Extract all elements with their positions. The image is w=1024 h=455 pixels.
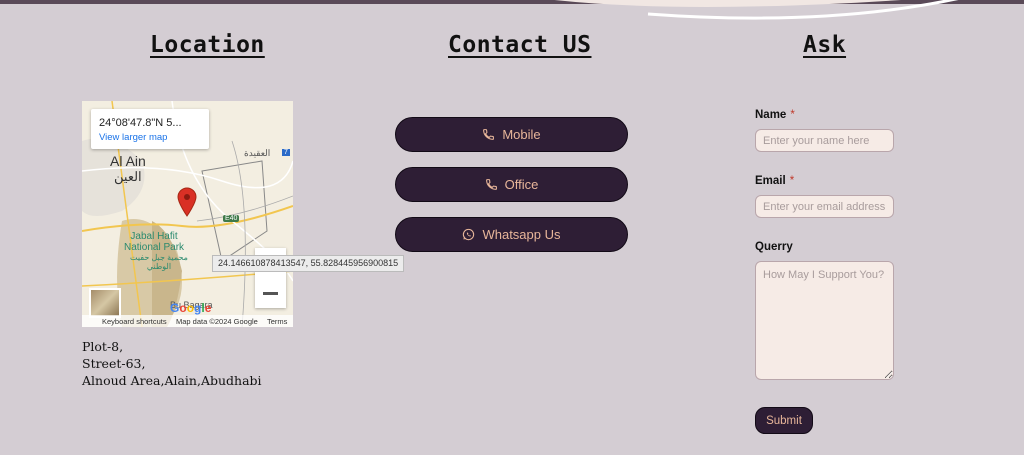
- phone-icon: [485, 178, 498, 191]
- ask-heading: Ask: [803, 32, 847, 58]
- embedded-map[interactable]: 24°08'47.8"N 5... View larger map Al Ain…: [82, 101, 293, 327]
- required-mark: *: [789, 175, 795, 187]
- map-park-label: Jabal Hafit National Park: [124, 231, 184, 253]
- address-line: Alnoud Area,Alain,Abudhabi: [82, 373, 262, 388]
- address-line: Plot-8,: [82, 339, 124, 354]
- name-label-text: Name: [755, 109, 787, 121]
- keyboard-shortcuts-link[interactable]: Keyboard shortcuts: [102, 317, 167, 326]
- email-label-text: Email: [755, 175, 786, 187]
- terms-link[interactable]: Terms: [267, 317, 287, 326]
- map-park-label-arabic-line2: الوطني: [146, 262, 172, 271]
- coordinate-tooltip: 24.146610878413547, 55.828445956900815: [212, 255, 405, 272]
- office-button[interactable]: Office: [395, 167, 628, 202]
- view-larger-map-link[interactable]: View larger map: [99, 132, 167, 143]
- map-city-label: Al Ain: [110, 153, 146, 169]
- satellite-toggle[interactable]: [89, 288, 121, 318]
- address-block: Plot-8, Street-63, Alnoud Area,Alain,Abu…: [82, 338, 262, 389]
- office-button-label: Office: [504, 177, 539, 192]
- whatsapp-button[interactable]: Whatsapp Us: [395, 217, 628, 252]
- zoom-out-button[interactable]: [255, 278, 286, 308]
- phone-icon: [482, 128, 495, 141]
- mobile-button-label: Mobile: [502, 127, 541, 142]
- decorative-wave: [555, 0, 959, 20]
- name-input[interactable]: [755, 129, 894, 152]
- map-park-label-arabic: محمية جبل حفيت الوطني: [130, 253, 188, 271]
- name-label: Name *: [755, 109, 795, 121]
- whatsapp-icon: [462, 228, 475, 241]
- query-textarea[interactable]: [755, 261, 894, 380]
- map-data-attribution: Map data ©2024 Google: [176, 317, 258, 326]
- required-mark: *: [790, 109, 795, 121]
- map-pin-icon[interactable]: [177, 187, 197, 217]
- map-park-label-arabic-line1: محمية جبل حفيت: [130, 253, 188, 262]
- map-city-label-arabic: العين: [114, 169, 142, 184]
- address-line: Street-63,: [82, 356, 146, 371]
- location-heading: Location: [150, 32, 265, 58]
- whatsapp-button-label: Whatsapp Us: [482, 227, 561, 242]
- submit-button[interactable]: Submit: [755, 407, 813, 434]
- contact-heading: Contact US: [448, 32, 592, 58]
- email-input[interactable]: [755, 195, 894, 218]
- map-info-card: 24°08'47.8"N 5... View larger map: [91, 109, 209, 149]
- map-park-label-line1: Jabal Hafit: [130, 231, 178, 242]
- map-footer: Keyboard shortcuts Map data ©2024 Google…: [82, 315, 293, 327]
- mobile-button[interactable]: Mobile: [395, 117, 628, 152]
- map-coordinates: 24°08'47.8"N 5...: [99, 117, 182, 129]
- email-label: Email *: [755, 175, 794, 187]
- google-logo: Google: [170, 301, 212, 315]
- map-road-badge-e40: E40: [223, 215, 240, 222]
- map-park-label-line2: National Park: [124, 242, 185, 253]
- query-label: Querry: [755, 241, 793, 253]
- map-road-badge: 7: [282, 149, 290, 156]
- map-place-label-arabic: العقيدة: [244, 148, 271, 158]
